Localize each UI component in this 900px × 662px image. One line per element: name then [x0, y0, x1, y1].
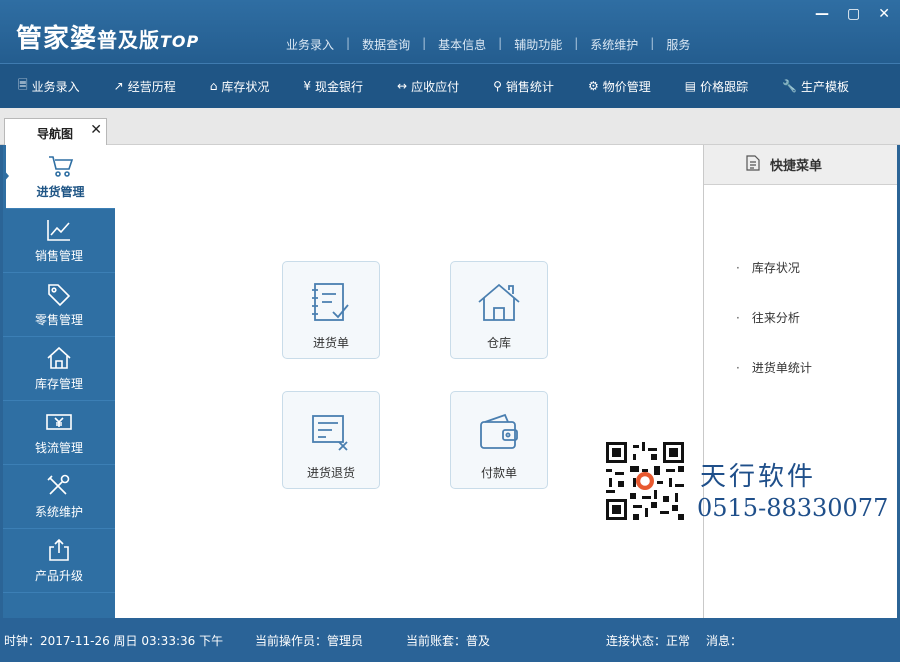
top-menu-item[interactable]: 业务录入: [284, 36, 336, 53]
quick-menu-title: 快捷菜单: [770, 159, 823, 174]
gear-icon: ⚙: [587, 79, 599, 93]
search-icon: ⚲: [493, 79, 502, 93]
quick-menu-panel: 快捷菜单 · 库存状况 · 往来分析 · 进货单统计: [703, 145, 897, 618]
status-operator: 当前操作员：管理员: [255, 634, 364, 648]
logo-sub: 普及版: [97, 28, 161, 52]
toolbar: 🗏 业务录入 ↗ 经营历程 ⌂ 库存状况 ¥ 现金银行 ↔ 应收应付 ⚲ 销售统计 ⚙ 物价管…: [0, 63, 900, 108]
status-clock: 时钟：2017-11-26 周日 03:33:36 下午: [4, 634, 224, 648]
return-icon: [283, 410, 379, 458]
toolbar-sales-stats[interactable]: ⚲ 销售统计: [493, 78, 554, 95]
sidebar-item-inventory[interactable]: 库存管理: [3, 337, 115, 401]
toolbar-stock[interactable]: ⌂ 库存状况: [210, 78, 270, 95]
sidebar-item-label: 库存管理: [34, 377, 83, 391]
logo-top: TOP: [160, 32, 200, 51]
toolbar-receivable[interactable]: ↔ 应收应付: [397, 78, 459, 95]
toolbar-price-track[interactable]: ▤ 价格跟踪: [685, 78, 748, 95]
tab-label: 导航图: [37, 127, 74, 141]
status-bar: 时钟：2017-11-26 周日 03:33:36 下午 当前操作员：管理员 当…: [0, 618, 900, 662]
sidebar-item-label: 零售管理: [34, 313, 83, 327]
close-icon[interactable]: ✕: [878, 6, 890, 22]
card-purchase-return[interactable]: 进货退货: [282, 391, 380, 489]
wrench-icon: 🔧: [782, 79, 798, 93]
top-menu-item[interactable]: 基本信息: [436, 36, 488, 53]
sidebar-item-upgrade[interactable]: 产品升级: [3, 529, 115, 593]
tab-navigation[interactable]: 导航图 ✕: [4, 118, 107, 145]
toolbar-production-template[interactable]: 🔧 生产模板: [782, 78, 849, 95]
sidebar-item-sales[interactable]: 销售管理: [3, 209, 115, 273]
card-purchase-order[interactable]: 进货单: [282, 261, 380, 359]
sidebar-item-label: 进货管理: [36, 185, 85, 199]
close-icon[interactable]: ✕: [90, 122, 102, 138]
card-label: 仓库: [486, 336, 511, 350]
wallet-icon: [451, 410, 547, 458]
trend-icon: [3, 209, 115, 247]
sidebar-item-cashflow[interactable]: 钱流管理: [3, 401, 115, 465]
promo-company-name: 天行软件: [700, 462, 817, 492]
active-marker: [3, 169, 9, 183]
yen-icon: ¥: [303, 79, 312, 93]
warehouse-icon: [451, 280, 547, 328]
toolbar-price-mgmt[interactable]: ⚙ 物价管理: [588, 78, 651, 95]
qr-code: [606, 442, 684, 520]
sidebar-item-retail[interactable]: 零售管理: [3, 273, 115, 337]
upload-icon: [3, 529, 115, 567]
title-bar: 管家婆普及版TOP 业务录入 | 数据查询 | 基本信息 | 辅助功能 | 系统维护 | …: [0, 0, 900, 63]
logo-main: 管家婆: [16, 24, 98, 54]
quick-menu-header: 快捷菜单: [704, 145, 897, 185]
bar-chart-icon: ▤: [684, 79, 697, 93]
status-connection: 连接状态：正常: [606, 634, 691, 648]
maximize-icon[interactable]: ▢: [847, 6, 860, 22]
cart-icon: [6, 145, 115, 183]
money-icon: [3, 401, 115, 439]
top-menu-item[interactable]: 辅助功能: [512, 36, 564, 53]
top-menu: 业务录入 | 数据查询 | 基本信息 | 辅助功能 | 系统维护 | 服务: [284, 36, 692, 53]
sidebar-item-label: 产品升级: [34, 569, 83, 583]
home-icon: [3, 337, 115, 375]
sidebar-item-label: 系统维护: [34, 505, 83, 519]
sidebar-item-system[interactable]: 系统维护: [3, 465, 115, 529]
toolbar-cash-bank[interactable]: ¥ 现金银行: [303, 78, 363, 95]
app-logo: 管家婆普及版TOP: [16, 18, 199, 55]
tag-icon: [3, 273, 115, 311]
tab-bar: 导航图 ✕: [0, 108, 900, 145]
tools-icon: [3, 465, 115, 503]
card-warehouse[interactable]: 仓库: [450, 261, 548, 359]
exchange-icon: ↔: [397, 79, 408, 93]
toolbar-business-entry[interactable]: 🗏 业务录入: [18, 76, 80, 97]
window-controls: — ▢ ✕: [815, 6, 890, 22]
document-icon: [746, 154, 760, 175]
card-label: 进货退货: [306, 466, 355, 480]
status-account: 当前账套：普及: [406, 634, 491, 648]
sidebar-item-label: 钱流管理: [34, 441, 83, 455]
sidebar-item-purchase[interactable]: 进货管理: [3, 145, 115, 209]
main-panel: 进货单 仓库 进货退货 付款单: [115, 145, 704, 618]
quick-link-purchase-stats[interactable]: · 进货单统计: [736, 359, 812, 376]
top-menu-item[interactable]: 系统维护: [588, 36, 640, 53]
sidebar-item-label: 销售管理: [34, 249, 83, 263]
card-label: 付款单: [480, 466, 517, 480]
sidebar: 进货管理 销售管理 零售管理 库存管理 钱流管理 系统维护 产品升级: [3, 145, 115, 618]
top-menu-item[interactable]: 数据查询: [360, 36, 412, 53]
status-message: 消息：: [706, 634, 743, 648]
trend-icon: ↗: [113, 79, 124, 93]
card-payment[interactable]: 付款单: [450, 391, 548, 489]
document-icon: 🗏: [18, 77, 28, 92]
card-label: 进货单: [312, 336, 349, 350]
quick-link-analysis[interactable]: · 往来分析: [736, 309, 800, 326]
checklist-icon: [283, 280, 379, 328]
toolbar-history[interactable]: ↗ 经营历程: [114, 78, 176, 95]
home-icon: ⌂: [209, 79, 218, 93]
quick-link-stock[interactable]: · 库存状况: [736, 259, 800, 276]
top-menu-item[interactable]: 服务: [664, 36, 692, 53]
promo-phone: 0515-88330077: [697, 494, 889, 522]
minimize-icon[interactable]: —: [815, 6, 829, 22]
